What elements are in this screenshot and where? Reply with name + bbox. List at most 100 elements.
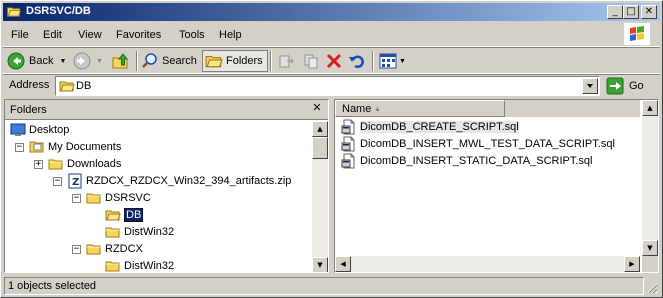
tree-item-label: Desktop	[29, 123, 70, 136]
undo-icon	[349, 55, 364, 68]
undo-button[interactable]	[348, 50, 366, 72]
toolbar-separator	[270, 51, 272, 71]
folder-open-icon	[105, 208, 121, 222]
files-vertical-scrollbar[interactable]: ▲ ▼	[642, 100, 658, 256]
menu-help[interactable]: Help	[219, 29, 242, 41]
file-item[interactable]: DicomDB_CREATE_SCRIPT.sql	[341, 119, 519, 135]
views-button[interactable]: ▼	[379, 50, 406, 72]
tree-item-desktop[interactable]: Desktop	[10, 121, 69, 138]
scroll-right-icon[interactable]: ▶	[624, 256, 640, 272]
folders-pane-header: Folders ✕	[5, 100, 328, 120]
go-label: Go	[629, 80, 644, 92]
maximize-button[interactable]: □	[623, 5, 639, 19]
files-horizontal-scrollbar[interactable]: ◀ ▶	[335, 256, 640, 272]
scroll-down-icon[interactable]: ▼	[642, 240, 658, 256]
menu-favorites[interactable]: Favorites	[116, 29, 161, 41]
address-input[interactable]: DB	[55, 76, 600, 96]
minimize-button[interactable]: _	[607, 5, 623, 19]
up-folder-button[interactable]	[111, 50, 131, 72]
close-button[interactable]: ✕	[641, 5, 657, 19]
files-pane: Name ▲ DicomDB_CREATE_SCRIPT.sql DicomDB…	[334, 99, 659, 273]
name-column-header[interactable]: Name ▲	[335, 100, 505, 117]
file-item[interactable]: DicomDB_INSERT_MWL_TEST_DATA_SCRIPT.sql	[341, 136, 615, 152]
folders-scrollbar[interactable]: ▲ ▼	[312, 121, 328, 272]
collapse-icon[interactable]: −	[72, 245, 81, 254]
search-icon	[142, 53, 157, 68]
tree-item-label: DSRSVC	[105, 191, 151, 204]
menu-edit[interactable]: Edit	[43, 29, 62, 41]
collapse-icon[interactable]: −	[15, 143, 24, 152]
tree-item-distwin32[interactable]: DistWin32	[105, 223, 174, 240]
desktop-icon	[10, 123, 26, 136]
views-icon	[379, 53, 397, 69]
resize-grip-icon[interactable]	[646, 282, 658, 294]
tree-item-label: DB	[124, 207, 144, 222]
forward-button[interactable]: ▼	[73, 50, 103, 72]
forward-dropdown-icon[interactable]: ▼	[96, 58, 103, 65]
move-to-button[interactable]	[278, 50, 296, 72]
back-dropdown-icon[interactable]: ▼	[59, 58, 66, 65]
tree-item-label: DistWin32	[124, 225, 175, 238]
chevron-down-icon	[587, 84, 593, 88]
folder-icon	[48, 157, 64, 171]
toolbar: Back ▼ ▼ Search Folders ▼	[3, 48, 660, 74]
address-bar: Address DB Go	[3, 75, 660, 97]
file-name: DicomDB_INSERT_MWL_TEST_DATA_SCRIPT.sql	[360, 138, 615, 150]
tree-item-zip[interactable]: Z RZDCX_RZDCX_Win32_394_artifacts.zip	[67, 172, 291, 189]
file-item[interactable]: DicomDB_INSERT_STATIC_DATA_SCRIPT.sql	[341, 153, 592, 169]
tree-item-rzdcx[interactable]: RZDCX	[86, 240, 143, 257]
expand-icon[interactable]: +	[34, 160, 43, 169]
tree-item-label: Downloads	[67, 157, 122, 170]
scroll-left-icon[interactable]: ◀	[335, 256, 351, 272]
go-arrow-icon	[606, 77, 624, 95]
menu-view[interactable]: View	[78, 29, 102, 41]
search-label: Search	[162, 55, 197, 67]
folders-icon	[205, 53, 223, 69]
svg-text:Z: Z	[72, 177, 79, 188]
scroll-down-icon[interactable]: ▼	[312, 257, 328, 272]
go-button[interactable]: Go	[606, 76, 656, 96]
tree-item-label: RZDCX_RZDCX_Win32_394_artifacts.zip	[86, 174, 292, 187]
back-button[interactable]: Back ▼	[7, 50, 66, 72]
folder-icon	[86, 191, 102, 205]
copy-to-button[interactable]	[302, 50, 320, 72]
tree-item-downloads[interactable]: Downloads	[48, 155, 121, 172]
file-name: DicomDB_INSERT_STATIC_DATA_SCRIPT.sql	[360, 155, 593, 167]
tree-item-db[interactable]: DB	[105, 206, 144, 223]
folders-button[interactable]: Folders	[202, 50, 268, 72]
tree-item-my-documents[interactable]: My Documents	[29, 138, 121, 155]
sort-arrow-icon: ▲	[374, 106, 381, 113]
folders-pane: Folders ✕ Desktop − My Documents + Downl…	[4, 99, 329, 273]
scroll-up-icon[interactable]: ▲	[642, 100, 658, 116]
scrollbar-corner	[642, 256, 658, 272]
tree-item-dsrsvc[interactable]: DSRSVC	[86, 189, 151, 206]
folder-icon	[105, 259, 121, 273]
my-documents-icon	[29, 141, 44, 152]
collapse-icon[interactable]: −	[72, 194, 81, 203]
folder-tree: Desktop − My Documents + Downloads − Z R…	[5, 121, 311, 273]
column-header: Name ▲	[335, 100, 640, 117]
menu-file[interactable]: File	[11, 29, 29, 41]
scrollbar-thumb[interactable]	[312, 137, 328, 159]
delete-button[interactable]	[325, 50, 343, 72]
close-pane-icon[interactable]: ✕	[310, 102, 324, 116]
folders-label: Folders	[226, 55, 263, 67]
forward-arrow-icon	[73, 52, 91, 70]
menu-bar: File Edit View Favorites Tools Help	[3, 23, 660, 47]
status-text: 1 objects selected	[8, 280, 97, 292]
collapse-icon[interactable]: −	[53, 177, 62, 186]
sql-file-icon	[341, 119, 357, 135]
zip-folder-icon: Z	[68, 173, 82, 188]
menu-tools[interactable]: Tools	[179, 29, 205, 41]
title-bar[interactable]: DSRSVC/DB _ □ ✕	[3, 3, 660, 21]
toolbar-separator	[136, 51, 138, 71]
tree-item-distwin32[interactable]: DistWin32	[105, 257, 174, 273]
explorer-window: DSRSVC/DB _ □ ✕ File Edit View Favorites…	[0, 0, 663, 298]
search-button[interactable]: Search	[141, 50, 197, 72]
status-bar: 1 objects selected	[3, 276, 660, 296]
folder-icon	[105, 225, 121, 239]
views-dropdown-icon[interactable]: ▼	[399, 58, 406, 65]
address-dropdown-button[interactable]	[582, 78, 598, 94]
address-label: Address	[9, 79, 50, 91]
scroll-up-icon[interactable]: ▲	[312, 121, 328, 137]
